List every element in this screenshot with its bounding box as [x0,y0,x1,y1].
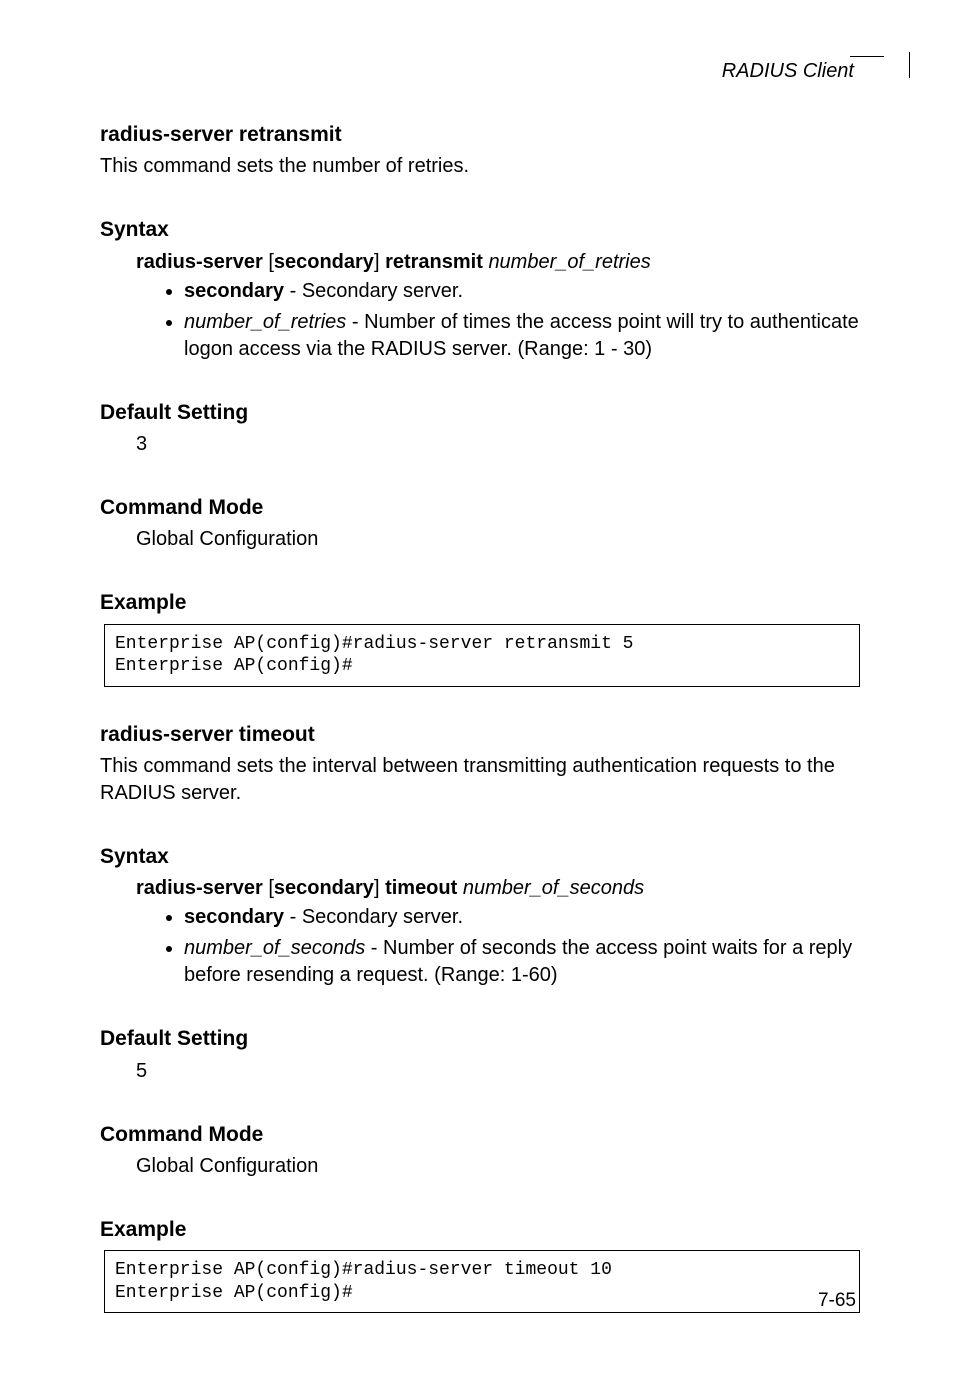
crop-mark-top-right [850,56,910,82]
bullet-term: number_of_seconds [184,937,365,959]
section1-bullets: secondary - Secondary server. number_of_… [100,278,864,363]
page-content: RADIUS Client radius-server retransmit T… [0,0,954,1313]
syntax-arg: number_of_retries [488,251,650,273]
section2-mode-label: Command Mode [100,1121,864,1149]
bullet-item: number_of_seconds - Number of seconds th… [184,935,864,989]
section1-mode-value: Global Configuration [100,526,864,553]
syntax-subcmd: timeout [385,877,457,899]
section2-syntax-line: radius-server [secondary] timeout number… [100,875,864,902]
section2-example-label: Example [100,1216,864,1244]
bullet-term: number_of_retries [184,311,346,333]
section1-syntax-label: Syntax [100,216,864,244]
syntax-cmd: radius-server [136,251,263,273]
section1-code-block: Enterprise AP(config)#radius-server retr… [104,624,860,687]
syntax-cmd: radius-server [136,877,263,899]
section2-syntax-label: Syntax [100,843,864,871]
section1-default-label: Default Setting [100,399,864,427]
syntax-option: secondary [274,877,374,899]
section1-intro: This command sets the number of retries. [100,153,864,180]
bullet-item: secondary - Secondary server. [184,278,864,305]
section1-title: radius-server retransmit [100,121,864,149]
syntax-close-bracket: ] [374,251,385,273]
bullet-desc: - Secondary server. [284,280,463,302]
bullet-item: number_of_retries - Number of times the … [184,309,864,363]
section2-title: radius-server timeout [100,721,864,749]
section2-code-block: Enterprise AP(config)#radius-server time… [104,1250,860,1313]
bullet-term: secondary [184,906,284,928]
section1-mode-label: Command Mode [100,494,864,522]
syntax-arg: number_of_seconds [463,877,644,899]
section2-intro: This command sets the interval between t… [100,753,864,807]
section1-syntax-line: radius-server [secondary] retransmit num… [100,249,864,276]
page-number: 7-65 [818,1288,856,1314]
syntax-subcmd: retransmit [385,251,483,273]
bullet-item: secondary - Secondary server. [184,904,864,931]
bullet-term: secondary [184,280,284,302]
bullet-desc: - Secondary server. [284,906,463,928]
section2-default-value: 5 [100,1058,864,1085]
section1-default-value: 3 [100,431,864,458]
syntax-option: secondary [274,251,374,273]
section1-example-label: Example [100,589,864,617]
section2-mode-value: Global Configuration [100,1153,864,1180]
running-header: RADIUS Client [100,58,864,85]
section2-default-label: Default Setting [100,1025,864,1053]
syntax-close-bracket: ] [374,877,385,899]
section2-bullets: secondary - Secondary server. number_of_… [100,904,864,989]
